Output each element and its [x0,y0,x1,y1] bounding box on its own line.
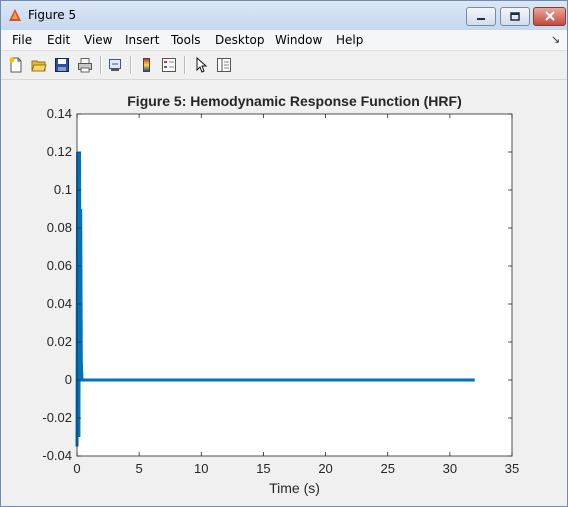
y-tick-label: 0.12 [47,144,72,159]
insert-legend-icon[interactable] [159,55,179,75]
minimize-button[interactable] [466,7,496,26]
axes-background [77,114,512,456]
x-tick-label: 25 [380,461,394,476]
figure-window: Figure 5 File Edit View Insert Tools Des… [0,0,568,507]
property-inspector-icon[interactable] [214,55,234,75]
x-tick-label: 35 [505,461,519,476]
menu-view[interactable]: View [84,33,112,47]
y-tick-label: 0.06 [47,258,72,273]
y-tick-label: -0.04 [42,448,72,463]
menu-file[interactable]: File [12,33,32,47]
menu-overflow-arrow-icon[interactable]: ↘ [551,33,560,46]
maximize-button[interactable] [500,7,530,26]
open-file-icon[interactable] [29,55,49,75]
y-tick-label: 0.08 [47,220,72,235]
edit-plot-pointer-icon[interactable] [191,55,211,75]
menu-edit[interactable]: Edit [47,33,70,47]
link-plot-icon[interactable] [105,55,125,75]
print-icon[interactable] [75,55,95,75]
x-tick-label: 10 [194,461,208,476]
x-tick-label: 30 [443,461,457,476]
close-icon [544,8,555,26]
y-tick-label: -0.02 [42,410,72,425]
x-tick-label: 0 [73,461,80,476]
menu-help[interactable]: Help [336,33,363,47]
maximize-icon [510,8,520,26]
toolbar-separator [130,56,132,74]
menu-insert[interactable]: Insert [125,33,159,47]
matlab-figure-icon [8,8,22,22]
figure-canvas: 0 5 10 15 20 25 30 35 -0.04 -0.02 0 0.02 0.04 0.06 0.0… [1,80,567,506]
y-tick-label: 0.14 [47,106,72,121]
figure-toolbar [1,51,567,80]
close-button[interactable] [533,7,566,26]
menu-window[interactable]: Window [275,33,322,47]
hrf-plot[interactable]: 0 5 10 15 20 25 30 35 -0.04 -0.02 0 0.02 0.04 0.06 0.0… [1,80,567,506]
title-bar[interactable]: Figure 5 [1,1,567,31]
new-figure-icon[interactable] [6,55,26,75]
y-tick-label: 0.02 [47,334,72,349]
insert-colorbar-icon[interactable] [136,55,156,75]
x-tick-label: 15 [256,461,270,476]
y-tick-label: 0.1 [54,182,72,197]
menu-bar: File Edit View Insert Tools Desktop Wind… [1,30,567,51]
save-icon[interactable] [52,55,72,75]
x-tick-label: 20 [318,461,332,476]
menu-tools[interactable]: Tools [171,33,201,47]
y-tick-label: 0 [65,372,72,387]
minimize-icon [476,8,486,26]
window-title: Figure 5 [28,8,77,22]
x-axis-label: Time (s) [269,480,320,496]
toolbar-separator [184,56,186,74]
x-tick-label: 5 [136,461,143,476]
menu-desktop[interactable]: Desktop [215,33,265,47]
y-tick-label: 0.04 [47,296,72,311]
chart-title: Figure 5: Hemodynamic Response Function … [127,93,461,109]
toolbar-separator [100,56,102,74]
